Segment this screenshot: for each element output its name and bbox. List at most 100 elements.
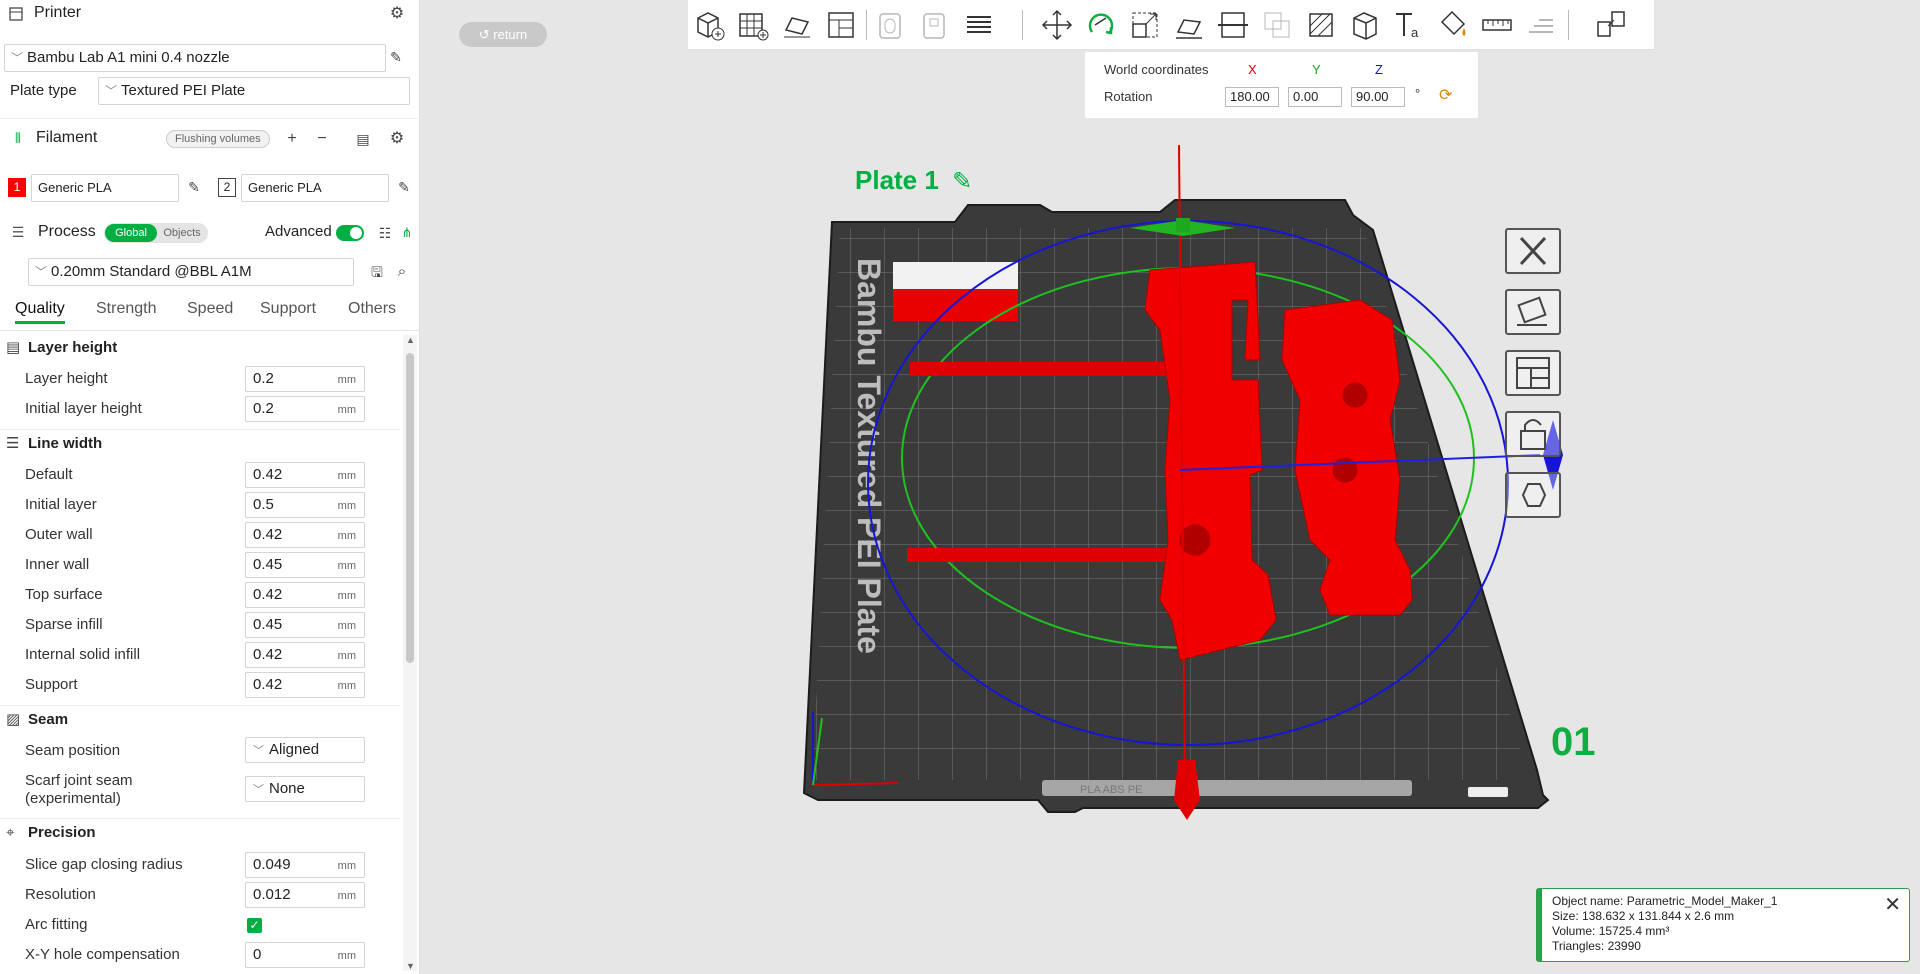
main-toolbar: a bbox=[688, 0, 1654, 50]
printer-select[interactable]: ﹀ Bambu Lab A1 mini 0.4 nozzle bbox=[4, 44, 386, 72]
tab-others[interactable]: Others bbox=[348, 300, 396, 318]
reset-rotation-icon[interactable]: ⟳ bbox=[1439, 85, 1452, 105]
boolean-icon bbox=[1264, 12, 1290, 38]
lay-on-face-tool[interactable] bbox=[1172, 8, 1206, 42]
switch-knob bbox=[350, 227, 362, 239]
variable-layer-tool[interactable] bbox=[962, 8, 996, 42]
scroll-down-icon[interactable]: ▼ bbox=[406, 961, 415, 971]
settings-scrollbar[interactable]: ▲ ▼ bbox=[403, 335, 417, 971]
lock-plate-button[interactable] bbox=[1505, 411, 1561, 457]
tab-strength[interactable]: Strength bbox=[96, 300, 156, 318]
filament-slot-1-swatch[interactable]: 1 bbox=[8, 178, 26, 197]
scarf-seam-select[interactable]: ﹀ None bbox=[245, 776, 365, 802]
save-preset-icon[interactable]: 🖫 bbox=[366, 261, 388, 283]
explode-view-tool[interactable] bbox=[1594, 8, 1628, 42]
split-objects-icon bbox=[879, 13, 901, 39]
resolution-input[interactable]: 0.012 mm bbox=[245, 882, 365, 908]
arrange-button[interactable] bbox=[1505, 350, 1561, 396]
filament-slot-2-select[interactable]: Generic PLA bbox=[241, 174, 389, 202]
flushing-volumes-button[interactable]: Flushing volumes bbox=[166, 130, 270, 148]
seam-paint-tool[interactable] bbox=[1348, 8, 1382, 42]
lw-sparse-input[interactable]: 0.45 mm bbox=[245, 612, 365, 638]
bed-strip-end bbox=[1468, 787, 1508, 797]
lw-outer-input[interactable]: 0.42 mm bbox=[245, 522, 365, 548]
auto-orient-tool[interactable] bbox=[780, 8, 814, 42]
lw-inner-label: Inner wall bbox=[25, 556, 90, 573]
scale-tool[interactable] bbox=[1128, 8, 1162, 42]
lw-inner-input[interactable]: 0.45 mm bbox=[245, 552, 365, 578]
filament-slot-2-edit-icon[interactable]: ✎ bbox=[393, 176, 415, 198]
remove-filament-icon[interactable]: − bbox=[311, 128, 333, 150]
process-preset-select[interactable]: ﹀ 0.20mm Standard @BBL A1M bbox=[28, 258, 354, 286]
divider bbox=[0, 118, 420, 119]
add-object-button[interactable] bbox=[692, 8, 726, 42]
advanced-switch[interactable] bbox=[336, 225, 364, 241]
toggle-objects[interactable]: Objects bbox=[158, 224, 206, 242]
lw-initial-input[interactable]: 0.5 mm bbox=[245, 492, 365, 518]
plate-name-label[interactable]: Plate 1 ✎ bbox=[855, 165, 972, 196]
layer-height-group-icon: ▤ bbox=[6, 339, 21, 356]
delete-plate-button[interactable] bbox=[1505, 228, 1561, 274]
close-icon[interactable]: ✕ bbox=[1884, 895, 1901, 915]
global-objects-toggle[interactable]: Global Objects bbox=[104, 223, 208, 243]
slice-gap-input[interactable]: 0.049 mm bbox=[245, 852, 365, 878]
3d-viewport[interactable]: PLA ABS PE Bambu Textured PEI Plate ↺ re… bbox=[421, 0, 1920, 974]
group-divider bbox=[0, 818, 400, 819]
filament-slot-1-select[interactable]: Generic PLA bbox=[31, 174, 179, 202]
lw-support-input[interactable]: 0.42 mm bbox=[245, 672, 365, 698]
lw-default-input[interactable]: 0.42 mm bbox=[245, 462, 365, 488]
lw-top-input[interactable]: 0.42 mm bbox=[245, 582, 365, 608]
auto-orient-button[interactable] bbox=[1505, 289, 1561, 335]
seam-group-icon: ▨ bbox=[6, 711, 21, 728]
text-tool[interactable]: a bbox=[1392, 8, 1426, 42]
scroll-thumb[interactable] bbox=[406, 353, 414, 663]
scroll-up-icon[interactable]: ▲ bbox=[406, 335, 415, 345]
split-objects-tool[interactable] bbox=[874, 8, 908, 42]
boolean-tool[interactable] bbox=[1260, 8, 1294, 42]
rotate-tool[interactable] bbox=[1084, 8, 1118, 42]
tab-quality[interactable]: Quality bbox=[15, 300, 65, 324]
cut-tool[interactable] bbox=[1216, 8, 1250, 42]
filament-settings-gear-icon[interactable]: ⚙ bbox=[386, 128, 408, 150]
xy-hole-input[interactable]: 0 mm bbox=[245, 942, 365, 968]
edit-plate-name-icon[interactable]: ✎ bbox=[952, 168, 972, 195]
split-parts-tool[interactable] bbox=[918, 8, 952, 42]
tab-speed[interactable]: Speed bbox=[187, 300, 233, 318]
arrange-tool[interactable] bbox=[824, 8, 858, 42]
tab-support[interactable]: Support bbox=[260, 300, 316, 318]
rotation-x-input[interactable]: 180.00 bbox=[1225, 87, 1279, 107]
group-divider bbox=[0, 429, 400, 430]
measure-tool[interactable] bbox=[1480, 8, 1514, 42]
lw-internal-input[interactable]: 0.42 mm bbox=[245, 642, 365, 668]
return-button[interactable]: ↺ return bbox=[459, 22, 547, 47]
process-compare-icon[interactable]: ⋔ bbox=[396, 222, 418, 244]
chevron-down-icon: ﹀ bbox=[105, 84, 118, 98]
plate-type-select[interactable]: ﹀ Textured PEI Plate bbox=[98, 77, 410, 105]
rotation-y-input[interactable]: 0.00 bbox=[1288, 87, 1342, 107]
rotation-z-input[interactable]: 90.00 bbox=[1351, 87, 1405, 107]
add-plate-icon bbox=[739, 13, 769, 41]
plate-settings-button[interactable] bbox=[1505, 472, 1561, 518]
arc-fitting-checkbox[interactable]: ✓ bbox=[247, 918, 262, 933]
filament-sync-icon[interactable]: ▤ bbox=[352, 128, 374, 150]
color-paint-tool[interactable] bbox=[1436, 8, 1470, 42]
bed-scene[interactable]: PLA ABS PE Bambu Textured PEI Plate bbox=[421, 0, 1920, 974]
toggle-global[interactable]: Global bbox=[105, 224, 157, 242]
printer-settings-gear-icon[interactable]: ⚙ bbox=[386, 3, 408, 25]
assembly-tool[interactable] bbox=[1524, 8, 1558, 42]
search-icon[interactable]: ⌕ bbox=[391, 261, 413, 283]
printer-edit-icon[interactable]: ✎ bbox=[385, 46, 407, 68]
process-tabs: Quality Strength Speed Support Others bbox=[0, 300, 420, 330]
move-tool[interactable] bbox=[1040, 8, 1074, 42]
support-paint-tool[interactable] bbox=[1304, 8, 1338, 42]
layer-height-input[interactable]: 0.2 mm bbox=[245, 366, 365, 392]
filament-slot-1-edit-icon[interactable]: ✎ bbox=[183, 176, 205, 198]
world-coordinates-label: World coordinates bbox=[1104, 62, 1209, 77]
initial-layer-height-input[interactable]: 0.2 mm bbox=[245, 396, 365, 422]
add-filament-icon[interactable]: + bbox=[281, 128, 303, 150]
add-plate-button[interactable] bbox=[736, 8, 770, 42]
chevron-down-icon: ﹀ bbox=[11, 51, 24, 65]
filament-slot-2-swatch[interactable]: 2 bbox=[218, 178, 236, 197]
seam-position-select[interactable]: ﹀ Aligned bbox=[245, 737, 365, 763]
process-list-icon[interactable]: ☷ bbox=[374, 222, 396, 244]
